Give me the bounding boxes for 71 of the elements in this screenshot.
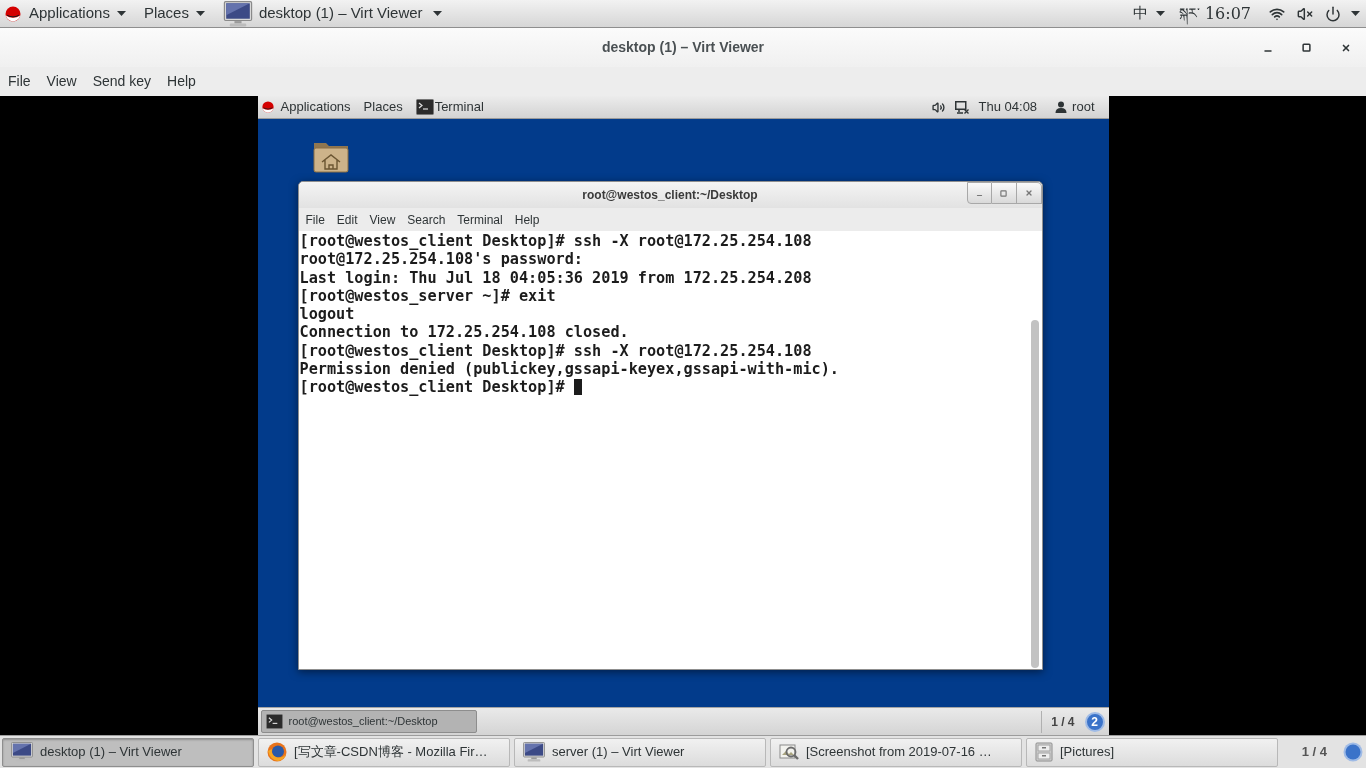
taskbar-button[interactable]: [写文章-CSDN博客 - Mozilla Fir… <box>258 737 510 767</box>
guest-taskbar-button[interactable]: root@westos_client:~/Desktop <box>260 710 477 733</box>
input-method-menu[interactable]: 中 <box>1132 0 1165 27</box>
workspace-indicator[interactable]: 1 / 4 <box>1051 712 1075 731</box>
app-menu[interactable]: Terminal <box>415 96 484 118</box>
guest-top-menu[interactable]: Applications <box>280 96 351 118</box>
power-icon <box>1325 5 1341 22</box>
terminal-line: Connection to 172.25.254.108 closed. <box>299 323 629 342</box>
taskbar-button[interactable]: server (1) – Virt Viewer <box>514 737 766 767</box>
workspace-indicator[interactable]: 1 / 4 <box>1301 742 1327 762</box>
volume-muted-icon[interactable] <box>1297 5 1313 22</box>
terminal-line: [root@westos_client Desktop]# <box>299 378 565 397</box>
menu-item[interactable]: Send key <box>84 67 160 96</box>
terminal-menu-item[interactable]: Terminal <box>451 208 509 231</box>
terminal-close-button[interactable] <box>1016 182 1042 204</box>
taskbar-button[interactable]: [Screenshot from 2019-07-16 … <box>770 737 1022 767</box>
close-icon <box>1024 189 1033 197</box>
text-cursor <box>573 379 582 396</box>
terminal-menu-item[interactable]: File <box>299 208 331 231</box>
taskbar-button[interactable]: desktop (1) – Virt Viewer <box>2 737 254 767</box>
terminal-menu-item[interactable]: Search <box>401 208 452 231</box>
cabinet-icon <box>1035 742 1053 762</box>
taskbar-button[interactable]: [Pictures] <box>1026 737 1278 767</box>
menu-item[interactable]: View <box>38 67 85 96</box>
terminal-line: logout <box>299 305 355 324</box>
clock[interactable]: 16:07 <box>1204 1 1251 26</box>
caret-icon <box>1351 11 1360 16</box>
window-menu[interactable]: desktop (1) – Virt Viewer <box>222 0 442 27</box>
volume-icon[interactable] <box>931 100 945 114</box>
browser-icon <box>267 742 287 762</box>
user-icon <box>1055 101 1068 113</box>
monitor-icon <box>11 742 33 762</box>
top-menu[interactable]: Places <box>143 0 205 27</box>
terminal-title: root@westos_client:~/Desktop <box>582 187 758 204</box>
scrollbar-thumb[interactable] <box>1030 320 1039 668</box>
terminal-line: [root@westos_server ~]# exit <box>299 286 556 305</box>
maximize-icon <box>1302 43 1311 52</box>
terminal-menu-item[interactable]: Edit <box>330 208 364 231</box>
window-title: desktop (1) – Virt Viewer <box>601 38 765 57</box>
guest-top-menu[interactable]: Places <box>363 96 403 118</box>
guest-clock[interactable]: Thu 04:08 <box>978 97 1038 117</box>
terminal-minimize-button[interactable] <box>966 182 992 204</box>
notification-icon[interactable] <box>1343 742 1363 762</box>
user-menu[interactable]: root <box>1055 96 1095 118</box>
terminal-icon <box>415 96 434 118</box>
top-menu[interactable]: Applications <box>29 0 126 27</box>
maximize-icon <box>1000 189 1007 197</box>
notification-badge[interactable]: 2 <box>1084 711 1105 732</box>
clock-label: སྐར་ <box>1178 3 1200 24</box>
terminal-line: [root@westos_client Desktop]# ssh -X root@172.25.254.108 <box>299 232 812 251</box>
monitor-icon <box>523 742 545 762</box>
terminal-line: Permission denied (publickey,gssapi-keyex,gssapi-with-mic). <box>299 359 839 378</box>
hat-logo-icon <box>5 5 21 22</box>
caret-icon <box>1155 11 1165 16</box>
caret-icon <box>116 11 126 16</box>
terminal-menu-item[interactable]: Help <box>508 208 546 231</box>
terminal-menu-item[interactable]: View <box>363 208 402 231</box>
terminal-line: root@172.25.254.108's password: <box>299 250 583 269</box>
home-folder-icon[interactable] <box>312 140 349 173</box>
terminal-maximize-button[interactable] <box>991 182 1017 204</box>
hat-logo-icon <box>261 101 274 113</box>
network-monitor-icon[interactable] <box>954 100 969 114</box>
terminal-icon <box>265 714 283 729</box>
terminal-line: [root@westos_client Desktop]# ssh -X root@172.25.254.108 <box>299 341 812 360</box>
menu-item[interactable]: Help <box>159 67 204 96</box>
close-icon <box>1340 42 1351 53</box>
caret-icon <box>432 11 442 16</box>
caret-icon <box>195 11 205 16</box>
menu-item[interactable]: File <box>0 67 39 96</box>
magnifier-picture-icon <box>779 742 799 762</box>
terminal-line: Last login: Thu Jul 18 04:05:36 2019 from 172.25.254.208 <box>299 268 812 287</box>
